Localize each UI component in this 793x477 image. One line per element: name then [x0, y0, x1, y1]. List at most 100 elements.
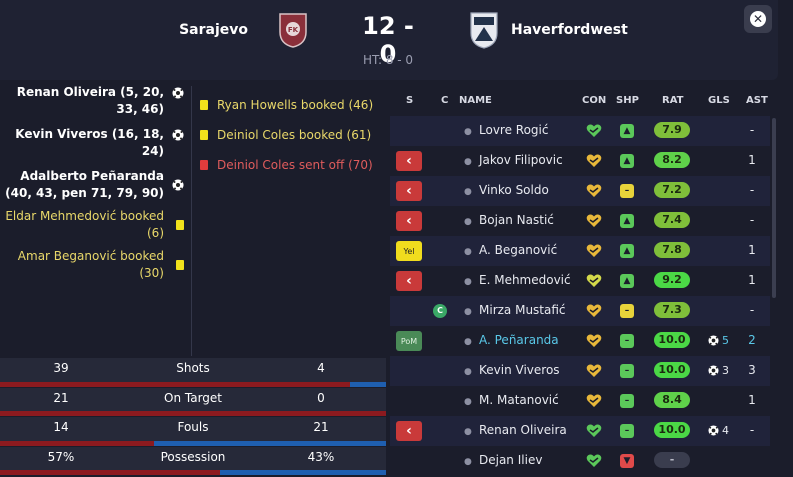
player-name[interactable]: ● Vinko Soldo	[464, 183, 549, 197]
table-row[interactable]: ‹ ● Vinko Soldo – 7.2 -	[390, 176, 770, 206]
player-name-text: A. Beganović	[479, 243, 558, 257]
match-stats: 39 Shots 4 21 On Target 0 14 Fouls 21 57…	[0, 358, 386, 476]
condition-heart-icon	[586, 423, 602, 438]
stat-bar	[0, 411, 386, 416]
rating-badge: 7.9	[654, 122, 690, 138]
assists-value: 1	[748, 393, 756, 407]
player-name[interactable]: ● Mirza Mustafić	[464, 303, 566, 317]
stat-label: Shots	[176, 361, 210, 375]
substitution-button[interactable]: ‹	[396, 211, 422, 231]
table-row[interactable]: ‹ ● Jakov Filipovic ▲ 8.2 1	[390, 146, 770, 176]
player-name[interactable]: ● Bojan Nastić	[464, 213, 554, 227]
goal-ball-icon	[172, 179, 184, 191]
table-scrollbar[interactable]	[772, 118, 776, 298]
goal-ball-icon	[172, 129, 184, 141]
assists-value: -	[749, 303, 755, 317]
stat-away-value: 0	[317, 390, 325, 405]
stat-on-target: 21 On Target 0	[0, 387, 386, 417]
person-icon: ●	[464, 157, 472, 167]
condition-heart-icon	[586, 303, 602, 318]
sharpness-neutral-icon: –	[620, 394, 634, 408]
home-event-goal: Adalberto Peñaranda (40, 43, pen 71, 79,…	[0, 168, 188, 202]
person-icon: ●	[464, 247, 472, 257]
sharpness-neutral-icon: –	[620, 364, 634, 378]
away-team-name[interactable]: Haverfordwest	[511, 22, 628, 38]
chevron-left-icon: ‹	[406, 273, 412, 289]
haverfordwest-crest-icon	[470, 12, 498, 49]
table-row[interactable]: ● Kevin Viveros – 10.0 3 3	[390, 356, 770, 386]
stat-away-value: 21	[313, 420, 329, 434]
stat-fouls: 14 Fouls 21	[0, 417, 386, 447]
substitution-button[interactable]: ‹	[396, 181, 422, 201]
condition-heart-icon	[586, 333, 602, 348]
substitution-button[interactable]: ‹	[396, 421, 422, 441]
col-header-ast[interactable]: AST	[746, 95, 768, 106]
event-text: Eldar Mehmedović booked (6)	[5, 209, 164, 240]
col-header-gls[interactable]: GLS	[708, 95, 730, 106]
home-event-goal: Kevin Viveros (16, 18, 24)	[0, 126, 188, 160]
person-icon: ●	[464, 457, 472, 467]
player-name[interactable]: ● Dejan Iliev	[464, 453, 542, 467]
assists-value: 1	[748, 243, 756, 257]
col-header-c[interactable]: C	[441, 95, 448, 106]
assists-value: -	[749, 423, 755, 437]
sharpness-neutral-icon: –	[620, 304, 634, 318]
yellow-card-icon	[176, 260, 184, 270]
condition-heart-icon	[586, 153, 602, 168]
close-button[interactable]: ✕	[744, 5, 772, 33]
goals-value: 3	[722, 364, 729, 377]
half-time-score: HT: 8 - 0	[362, 53, 414, 67]
table-row[interactable]: PoM ● A. Peñaranda – 10.0 5 2	[390, 326, 770, 356]
event-text: Kevin Viveros (16, 18, 24)	[15, 127, 164, 158]
table-row[interactable]: ‹ ● E. Mehmedović ▲ 9.2 1	[390, 266, 770, 296]
player-table: ● Lovre Rogić ▲ 7.9- ‹ ● Jakov Filipovic ▲ 8.2 1 ‹…	[390, 116, 770, 476]
goals-value: 4	[722, 424, 729, 437]
player-name[interactable]: ● Jakov Filipovic	[464, 153, 563, 167]
stat-bar-home-fill	[0, 470, 221, 475]
stat-home-value: 21	[53, 390, 69, 405]
rating-badge: 7.2	[654, 182, 690, 198]
yellow-card-badge: Yel	[396, 241, 422, 261]
condition-heart-icon	[586, 363, 602, 378]
player-name[interactable]: ● Renan Oliveira	[464, 423, 567, 437]
table-row[interactable]: ● Lovre Rogić ▲ 7.9 -	[390, 116, 770, 146]
home-event-booking: Amar Beganović booked (30)	[0, 248, 188, 282]
table-row[interactable]: Yel ● A. Beganović ▲ 7.8 1	[390, 236, 770, 266]
condition-heart-icon	[586, 273, 602, 288]
assists-value: -	[749, 183, 755, 197]
col-header-s[interactable]: S	[406, 95, 413, 106]
chevron-left-icon: ‹	[406, 213, 412, 229]
col-header-rat[interactable]: RAT	[662, 95, 683, 106]
goals-value: 5	[722, 334, 729, 347]
col-header-shp[interactable]: SHP	[616, 95, 639, 106]
table-row[interactable]: ● Dejan Iliev ▼ -	[390, 446, 770, 476]
event-text: Deiniol Coles booked (61)	[217, 128, 372, 142]
table-row[interactable]: ‹ ● Renan Oliveira – 10.0 4 -	[390, 416, 770, 446]
assists-value: -	[749, 213, 755, 227]
sharpness-up-icon: ▲	[620, 274, 634, 288]
player-name[interactable]: ● E. Mehmedović	[464, 273, 571, 287]
player-name[interactable]: ● M. Matanović	[464, 393, 559, 407]
player-name[interactable]: ● Lovre Rogić	[464, 123, 548, 137]
rating-badge: 10.0	[654, 422, 690, 438]
goal-ball-icon	[172, 87, 184, 99]
player-name-text: M. Matanović	[479, 393, 559, 407]
col-header-name[interactable]: NAME	[459, 95, 492, 106]
substitution-button[interactable]: ‹	[396, 271, 422, 291]
stat-bar-home-fill	[0, 381, 351, 387]
person-icon: ●	[464, 427, 472, 437]
table-row[interactable]: C ● Mirza Mustafić – 7.3 -	[390, 296, 770, 326]
person-icon: ●	[464, 217, 472, 227]
home-team-name[interactable]: Sarajevo	[179, 22, 248, 38]
events-divider	[191, 86, 192, 356]
player-name[interactable]: ● A. Peñaranda	[464, 333, 559, 347]
person-icon: ●	[464, 307, 472, 317]
stat-bar	[0, 381, 386, 387]
player-name[interactable]: ● Kevin Viveros	[464, 363, 560, 377]
substitution-button[interactable]: ‹	[396, 151, 422, 171]
col-header-con[interactable]: CON	[582, 95, 606, 106]
player-name[interactable]: ● A. Beganović	[464, 243, 557, 257]
table-row[interactable]: ● M. Matanović – 8.4 1	[390, 386, 770, 416]
table-row[interactable]: ‹ ● Bojan Nastić ▲ 7.4 -	[390, 206, 770, 236]
goal-ball-icon	[708, 425, 719, 436]
